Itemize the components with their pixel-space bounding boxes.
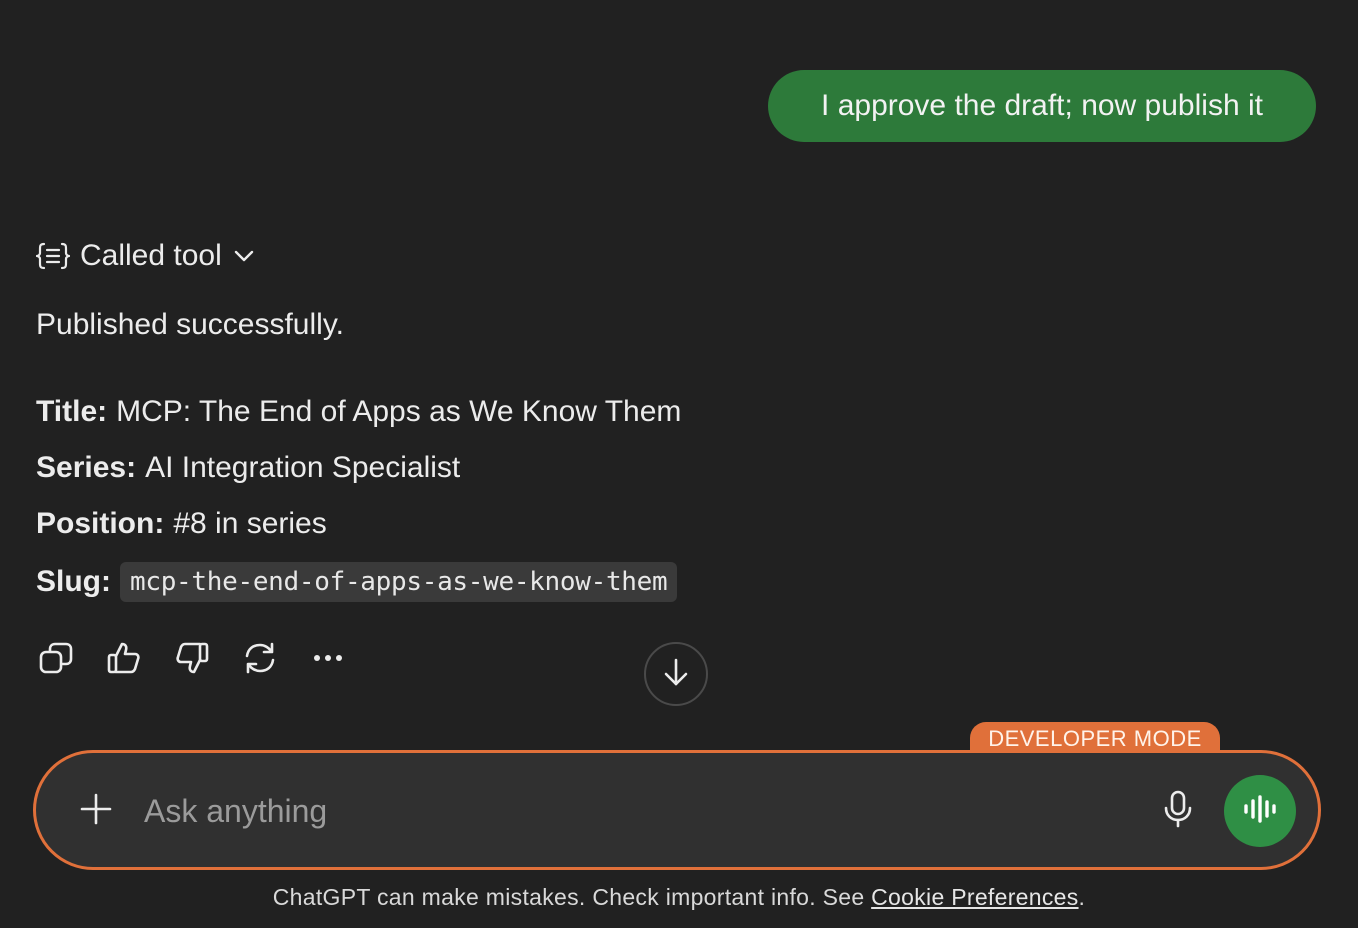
detail-key: Series: — [36, 451, 137, 484]
user-message-bubble: I approve the draft; now publish it — [768, 70, 1316, 142]
dictate-button[interactable] — [1158, 789, 1198, 833]
thumbs-up-icon — [106, 640, 142, 681]
user-message-text: I approve the draft; now publish it — [821, 89, 1263, 122]
detail-value: #8 in series — [173, 507, 327, 540]
more-options-button[interactable] — [308, 640, 348, 680]
disclaimer-suffix: . — [1078, 884, 1086, 910]
add-attachment-button[interactable] — [74, 789, 118, 833]
more-icon — [310, 640, 346, 681]
plus-icon — [79, 792, 113, 831]
thumbs-down-button[interactable] — [172, 640, 212, 680]
detail-value: AI Integration Specialist — [145, 451, 461, 484]
cookie-preferences-link[interactable]: Cookie Preferences — [871, 884, 1078, 910]
detail-series: Series: AI Integration Specialist — [36, 451, 460, 485]
regenerate-icon — [242, 640, 278, 681]
disclaimer-footer: ChatGPT can make mistakes. Check importa… — [0, 884, 1358, 911]
thumbs-down-icon — [174, 640, 210, 681]
waveform-icon — [1243, 794, 1277, 829]
regenerate-button[interactable] — [240, 640, 280, 680]
copy-icon — [38, 640, 74, 681]
detail-position: Position: #8 in series — [36, 507, 327, 541]
microphone-icon — [1163, 790, 1193, 833]
called-tool-label: Called tool — [80, 239, 222, 272]
detail-key: Slug: — [36, 565, 111, 598]
braces-list-icon — [36, 241, 70, 271]
composer — [33, 750, 1321, 870]
detail-value: MCP: The End of Apps as We Know Them — [116, 395, 682, 428]
chevron-down-icon — [232, 244, 256, 268]
detail-key: Position: — [36, 507, 165, 540]
voice-mode-button[interactable] — [1224, 775, 1296, 847]
assistant-status-text: Published successfully. — [36, 308, 344, 341]
slug-code: mcp-the-end-of-apps-as-we-know-them — [120, 562, 678, 602]
thumbs-up-button[interactable] — [104, 640, 144, 680]
copy-button[interactable] — [36, 640, 76, 680]
detail-key: Title: — [36, 395, 108, 428]
detail-slug: Slug: mcp-the-end-of-apps-as-we-know-the… — [36, 562, 678, 602]
detail-title: Title: MCP: The End of Apps as We Know T… — [36, 395, 681, 429]
message-actions — [36, 640, 348, 680]
disclaimer-text: ChatGPT can make mistakes. Check importa… — [272, 884, 872, 910]
prompt-input[interactable] — [144, 783, 1134, 839]
called-tool-toggle[interactable]: Called tool — [36, 236, 256, 276]
arrow-down-icon — [660, 656, 692, 693]
scroll-to-bottom-button[interactable] — [644, 642, 708, 706]
